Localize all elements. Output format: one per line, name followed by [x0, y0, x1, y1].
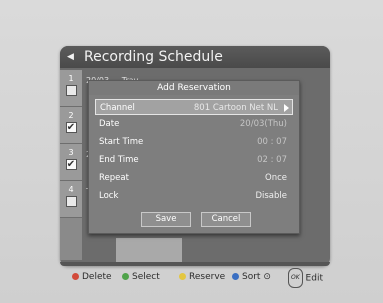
- field-label: Lock: [99, 191, 119, 201]
- edit-label: Edit: [305, 273, 323, 284]
- dialog-title: Add Reservation: [89, 81, 299, 95]
- select-label: Select: [132, 272, 160, 282]
- date-field[interactable]: Date 20/03(Thu): [95, 116, 293, 132]
- delete-label: Delete: [82, 272, 112, 282]
- row-checkbox[interactable]: [65, 122, 77, 133]
- field-label: Start Time: [99, 137, 144, 147]
- row-number: 1: [68, 74, 74, 83]
- sort-label: Sort: [242, 272, 261, 282]
- list-item[interactable]: 1: [60, 70, 82, 107]
- field-label: Date: [99, 119, 120, 129]
- repeat-field[interactable]: Repeat Once: [95, 170, 293, 186]
- field-value: 20/03(Thu): [239, 119, 287, 129]
- footer-hints: Delete Select Reserve Sort ⊙ OK Edit: [64, 264, 330, 288]
- chevron-right-icon[interactable]: [284, 104, 289, 112]
- row-number: 2: [68, 111, 74, 120]
- clock-icon: ⊙: [260, 272, 271, 282]
- sort-hint[interactable]: Sort ⊙: [232, 268, 271, 286]
- add-reservation-dialog: Add Reservation Channel 801 Cartoon Net …: [88, 80, 300, 234]
- select-hint[interactable]: Select: [122, 268, 160, 286]
- field-value: Disable: [255, 191, 287, 201]
- field-value: 801 Cartoon Net NL: [193, 103, 278, 113]
- list-item[interactable]: 4: [60, 181, 82, 218]
- row-number: 4: [68, 185, 74, 194]
- cancel-button[interactable]: Cancel: [201, 212, 251, 227]
- list-panel-fill: [116, 238, 182, 264]
- list-item[interactable]: 3: [60, 144, 82, 181]
- lock-field[interactable]: Lock Disable: [95, 188, 293, 204]
- back-arrow-icon[interactable]: ◀: [67, 46, 74, 68]
- red-button-icon: [72, 273, 79, 280]
- blue-button-icon: [232, 273, 239, 280]
- channel-field[interactable]: Channel 801 Cartoon Net NL: [95, 99, 293, 115]
- field-value: 02 : 07: [257, 155, 287, 165]
- list-item[interactable]: 2: [60, 107, 82, 144]
- field-label: End Time: [99, 155, 139, 165]
- field-value: 00 : 07: [257, 137, 287, 147]
- yellow-button-icon: [179, 273, 186, 280]
- row-number: 3: [68, 148, 74, 157]
- start-time-field[interactable]: Start Time 00 : 07: [95, 134, 293, 150]
- field-value: Once: [265, 173, 287, 183]
- row-checkbox[interactable]: [65, 159, 77, 170]
- field-label: Repeat: [99, 173, 129, 183]
- row-checkbox[interactable]: [65, 85, 77, 96]
- tv-screen: ◀ Recording Schedule 1 20/03 ... Trav...…: [0, 0, 383, 303]
- row-checkbox[interactable]: [65, 196, 77, 207]
- ok-button-icon: OK: [288, 268, 303, 288]
- window-title-bar: ◀ Recording Schedule: [60, 46, 330, 68]
- window-title: Recording Schedule: [84, 49, 223, 65]
- field-label: Channel: [100, 103, 135, 113]
- edit-hint[interactable]: OK Edit: [288, 268, 323, 288]
- delete-hint[interactable]: Delete: [72, 268, 112, 286]
- reserve-hint[interactable]: Reserve: [179, 268, 225, 286]
- save-button[interactable]: Save: [141, 212, 191, 227]
- end-time-field[interactable]: End Time 02 : 07: [95, 152, 293, 168]
- green-button-icon: [122, 273, 129, 280]
- reserve-label: Reserve: [189, 272, 226, 282]
